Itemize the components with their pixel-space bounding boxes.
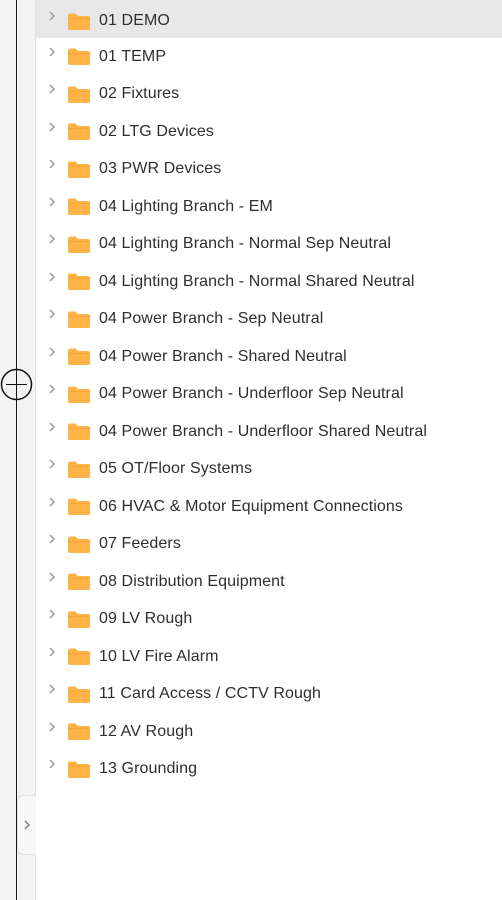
folder-icon [68, 13, 90, 30]
chevron-right-icon[interactable] [46, 46, 57, 57]
folder-icon [68, 161, 90, 178]
folder-icon [68, 573, 90, 591]
folder-label: 05 OT/Floor Systems [99, 460, 253, 478]
tree-row[interactable]: 04 Lighting Branch - Normal Shared Neutr… [36, 263, 502, 301]
folder-label: 13 Grounding [99, 760, 198, 778]
tree-row[interactable]: 04 Power Branch - Shared Neutral [36, 338, 502, 376]
folder-label: 08 Distribution Equipment [99, 572, 285, 590]
folder-label: 11 Card Access / CCTV Rough [99, 685, 322, 703]
folder-icon [68, 536, 90, 553]
folder-icon [68, 686, 90, 703]
folder-icon [68, 198, 90, 216]
tree-row[interactable]: 04 Lighting Branch - Normal Sep Neutral [36, 226, 502, 264]
tree-row[interactable]: 04 Lighting Branch - EM [36, 188, 502, 226]
tree-row[interactable]: 06 HVAC & Motor Equipment Connections [36, 488, 502, 526]
chevron-right-icon[interactable] [46, 571, 57, 582]
folder-label: 04 Power Branch - Underfloor Shared Neut… [99, 422, 428, 440]
chevron-right-icon[interactable] [46, 11, 57, 22]
folder-icon [68, 123, 90, 141]
folder-label: 04 Lighting Branch - EM [99, 197, 273, 215]
tree-row[interactable]: 10 LV Fire Alarm [36, 638, 502, 676]
left-rail [0, 0, 36, 900]
chevron-right-icon[interactable] [46, 121, 57, 132]
tree-row[interactable]: 11 Card Access / CCTV Rough [36, 676, 502, 714]
folder-label: 09 LV Rough [99, 610, 193, 628]
folder-label: 10 LV Fire Alarm [99, 647, 219, 665]
chevron-right-icon[interactable] [46, 496, 57, 507]
folder-label: 04 Power Branch - Shared Neutral [99, 347, 347, 365]
chevron-right-icon [24, 820, 31, 830]
chevron-right-icon[interactable] [46, 384, 57, 395]
folder-icon [68, 386, 90, 403]
folder-icon [68, 423, 90, 441]
folder-icon [68, 761, 90, 778]
folder-label: 03 PWR Devices [99, 160, 222, 178]
chevron-right-icon[interactable] [46, 234, 57, 245]
tree-row[interactable]: 01 TEMP [36, 38, 502, 76]
folder-label: 01 DEMO [99, 12, 170, 29]
folder-tree: 01 DEMO 01 TEMP 02 Fixtures 02 LTG Devices 0… [36, 0, 502, 900]
folder-label: 04 Power Branch - Sep Neutral [99, 310, 324, 328]
chevron-right-icon[interactable] [46, 84, 57, 95]
crosshair-cursor-icon [0, 368, 33, 401]
folder-label: 12 AV Rough [99, 722, 194, 740]
folder-icon [68, 723, 90, 741]
folder-label: 02 Fixtures [99, 85, 180, 103]
chevron-right-icon[interactable] [46, 421, 57, 432]
resize-line[interactable] [16, 0, 17, 900]
tree-row[interactable]: 03 PWR Devices [36, 151, 502, 189]
chevron-right-icon[interactable] [46, 759, 57, 770]
folder-label: 02 LTG Devices [99, 122, 214, 140]
folder-icon [68, 348, 90, 366]
tree-row[interactable]: 05 OT/Floor Systems [36, 451, 502, 489]
tree-row[interactable]: 12 AV Rough [36, 713, 502, 751]
tree-row[interactable]: 04 Power Branch - Underfloor Sep Neutral [36, 376, 502, 414]
tree-row[interactable]: 02 LTG Devices [36, 113, 502, 151]
tree-row[interactable]: 13 Grounding [36, 751, 502, 789]
chevron-right-icon[interactable] [46, 534, 57, 545]
panel-toggle-button[interactable] [17, 795, 36, 855]
chevron-right-icon[interactable] [46, 271, 57, 282]
folder-icon [68, 48, 90, 66]
folder-icon [68, 498, 90, 516]
chevron-right-icon[interactable] [46, 346, 57, 357]
tree-row[interactable]: 01 DEMO [36, 0, 502, 38]
folder-icon [68, 236, 90, 253]
chevron-right-icon[interactable] [46, 646, 57, 657]
tree-row[interactable]: 09 LV Rough [36, 601, 502, 639]
folder-icon [68, 648, 90, 666]
folder-icon [68, 461, 90, 478]
tree-row[interactable]: 04 Power Branch - Sep Neutral [36, 301, 502, 339]
chevron-right-icon[interactable] [46, 196, 57, 207]
chevron-right-icon[interactable] [46, 459, 57, 470]
tree-row[interactable]: 08 Distribution Equipment [36, 563, 502, 601]
chevron-right-icon[interactable] [46, 721, 57, 732]
folder-icon [68, 86, 90, 103]
folder-label: 06 HVAC & Motor Equipment Connections [99, 497, 403, 515]
folder-icon [68, 611, 90, 628]
folder-label: 04 Power Branch - Underfloor Sep Neutral [99, 385, 404, 403]
folder-label: 07 Feeders [99, 535, 181, 553]
tree-row[interactable]: 07 Feeders [36, 526, 502, 564]
folder-label: 04 Lighting Branch - Normal Sep Neutral [99, 235, 392, 253]
chevron-right-icon[interactable] [46, 309, 57, 320]
tree-row[interactable]: 04 Power Branch - Underfloor Shared Neut… [36, 413, 502, 451]
folder-label: 01 TEMP [99, 47, 167, 65]
chevron-right-icon[interactable] [46, 684, 57, 695]
folder-icon [68, 311, 90, 328]
tree-row[interactable]: 02 Fixtures [36, 76, 502, 114]
folder-icon [68, 273, 90, 291]
chevron-right-icon[interactable] [46, 609, 57, 620]
folder-label: 04 Lighting Branch - Normal Shared Neutr… [99, 272, 415, 290]
chevron-right-icon[interactable] [46, 159, 57, 170]
